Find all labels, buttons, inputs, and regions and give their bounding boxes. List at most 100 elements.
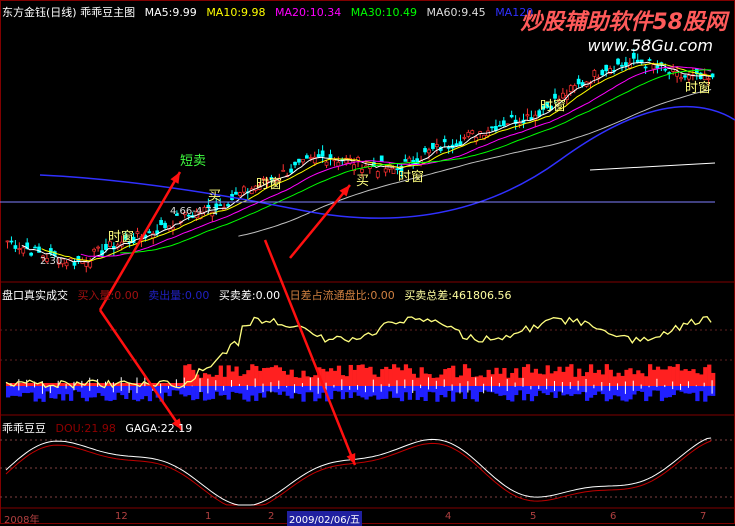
watermark-url: www.58Gu.com [587,36,713,55]
candle-body [21,247,26,254]
gaga-line [5,437,712,506]
sell-bar [124,386,129,400]
buy-bar [226,365,231,386]
buy-bar [439,374,444,386]
candle-body [320,150,325,157]
diff-ratio: 日差占流通盘比:0.00 [289,289,395,302]
window-annotation-5: 时窗 [685,81,712,96]
sell-bar [195,386,200,400]
buy-bar [29,383,34,386]
candle-body [293,161,297,166]
arrow-line [98,309,184,431]
candle-body [624,62,628,66]
stock-chart: 东方金钰(日线) 乖乖豆主图 MA5:9.99 MA10:9.98 MA20:1… [0,0,735,526]
sell-bar [29,386,34,393]
sell-volume: 卖出量:0.00 [148,289,210,302]
sell-bar [273,386,279,393]
buy-bar [415,377,420,386]
sell-bar [92,386,97,398]
window-annotation-2: 时窗 [256,177,283,192]
candle-body [525,114,530,117]
buy-annotation: 买 [208,189,222,204]
candle-body [442,139,447,143]
candle-body [655,65,660,69]
sell-bar [360,386,365,398]
buy-bar [336,365,342,386]
candle-body [466,132,471,137]
candle-body [383,168,388,173]
candle-body [64,262,69,267]
ma5-label: MA5:9.99 [144,6,197,19]
candle-body [218,204,223,207]
sell-bar [187,386,192,396]
buy-bar [663,369,669,386]
buy-bar [419,367,424,386]
candle-body [13,245,18,249]
sell-bar [202,386,208,401]
candle-body [462,137,467,139]
sell-bar [80,386,86,398]
sell-bar [230,386,235,392]
arrow-head [346,453,356,465]
buy-bar [699,374,704,386]
buy-bar [392,364,397,386]
buy-bar [640,373,645,386]
candle-body [72,262,77,266]
buy-bar [447,367,452,386]
candle-body [9,240,14,243]
sell-bar [498,386,503,396]
candle-body [604,64,609,72]
candle-body [679,77,683,80]
buy-bar [285,374,290,386]
buy-bar [380,369,385,386]
buy-bar [604,364,609,386]
low-annotation: 2.30 [40,256,63,267]
buy-bar [478,375,483,386]
sell-bar [392,386,397,398]
sell-bar [210,386,216,399]
sell-bar [525,386,531,394]
candle-body [316,154,321,158]
buy-bar [332,370,338,386]
buy-bar [431,377,436,386]
buy-bar [202,373,208,386]
candle-body [297,158,301,163]
buy-bar [360,364,365,386]
candle-body [600,70,605,76]
sell-bar [675,386,680,391]
x-tick-label: 12 [115,511,128,522]
buy-bar [348,364,353,386]
candle-body [96,246,100,249]
sell-bar [368,386,373,397]
candle-body [92,248,97,252]
watermark-title: 炒股辅助软件58股网 [520,10,727,35]
candle-body [308,157,313,159]
buy-bar [234,366,239,386]
sell-bar [352,386,357,393]
buy-bar [265,367,271,386]
sell-bar [549,386,554,393]
buy-bar [364,367,369,386]
sell-bar [108,386,113,402]
sell-bar [281,386,286,392]
candle-body [427,149,431,154]
candle-body [336,161,341,167]
buy-bar [565,366,570,386]
buy-bar [683,369,688,386]
chart-canvas [0,0,735,524]
sell-bar [565,386,570,395]
buy-bar [707,364,712,386]
arrow-line [289,184,351,259]
buy-bar [695,373,700,386]
buy-bar [588,364,594,386]
sell-bar [53,386,58,399]
sell-bar [521,386,527,401]
candle-body [324,161,329,166]
candle-body [375,171,380,178]
buy-bar [451,365,456,386]
buy-bar [356,365,361,386]
buy-bar [644,376,649,386]
sell-bar [376,386,381,400]
buy-bar [557,366,562,386]
sell-bar [399,386,405,402]
